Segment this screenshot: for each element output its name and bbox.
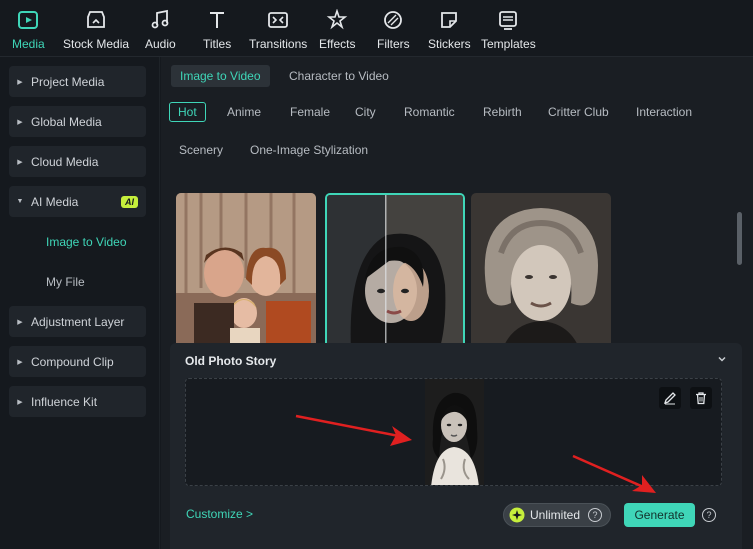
stock-media-icon: [84, 8, 108, 32]
toolbar-titles[interactable]: Titles: [203, 6, 231, 54]
category-anime[interactable]: Anime: [227, 103, 261, 123]
tab-character-to-video[interactable]: Character to Video: [280, 65, 398, 87]
customize-link[interactable]: Customize >: [186, 507, 253, 521]
toolbar-templates[interactable]: Templates: [481, 6, 536, 54]
chevron-down-icon[interactable]: [716, 353, 728, 365]
caret-right-icon: ▶: [17, 358, 23, 366]
sidebar-item-cloud-media[interactable]: ▶ Cloud Media: [9, 146, 146, 177]
sidebar-item-image-to-video[interactable]: Image to Video: [46, 235, 127, 249]
sidebar-item-label: Global Media: [31, 114, 102, 129]
templates-icon: [496, 8, 520, 32]
sidebar-item-influence-kit[interactable]: ▶ Influence Kit: [9, 386, 146, 417]
title-t-icon: [205, 8, 229, 32]
category-city[interactable]: City: [355, 103, 376, 123]
question-circle-icon[interactable]: ?: [588, 508, 603, 522]
scrollbar-thumb[interactable]: [737, 212, 742, 265]
caret-down-icon: ▼: [16, 198, 24, 205]
main-panel: Image to Video Character to Video Hot An…: [161, 57, 753, 549]
category-critter-club[interactable]: Critter Club: [548, 103, 609, 123]
sidebar-item-compound-clip[interactable]: ▶ Compound Clip: [9, 346, 146, 377]
music-note-icon: [148, 8, 172, 32]
category-one-image-stylization[interactable]: One-Image Stylization: [250, 141, 368, 161]
generate-button[interactable]: Generate: [624, 503, 695, 527]
category-hot[interactable]: Hot: [169, 102, 206, 122]
toolbar-stickers[interactable]: Stickers: [428, 6, 471, 54]
caret-right-icon: ▶: [17, 398, 23, 406]
sparkle-icon: [509, 507, 525, 523]
toolbar-transitions-label: Transitions: [249, 37, 308, 51]
toolbar-effects-label: Effects: [319, 37, 356, 51]
sidebar-item-label: Influence Kit: [31, 394, 98, 409]
sidebar-item-ai-media[interactable]: ▼ AI Media AI: [9, 186, 146, 217]
toolbar-audio[interactable]: Audio: [145, 6, 176, 54]
edit-pencil-icon[interactable]: [659, 387, 681, 409]
trash-icon[interactable]: [690, 387, 712, 409]
sidebar-item-label: Adjustment Layer: [31, 314, 125, 329]
sidebar-item-project-media[interactable]: ▶ Project Media: [9, 66, 146, 97]
category-scenery[interactable]: Scenery: [179, 141, 223, 161]
category-romantic[interactable]: Romantic: [404, 103, 455, 123]
media-icon: [16, 8, 40, 32]
template-thumbnail-family[interactable]: [176, 193, 316, 353]
sidebar-item-label: Cloud Media: [31, 154, 99, 169]
effects-star-icon: [325, 8, 349, 32]
toolbar-templates-label: Templates: [481, 37, 536, 51]
unlimited-label: Unlimited: [530, 508, 581, 522]
panel-title: Old Photo Story: [185, 354, 277, 368]
toolbar-media-label: Media: [12, 37, 45, 51]
transitions-icon: [266, 8, 290, 32]
caret-right-icon: ▶: [17, 318, 23, 326]
toolbar-filters-label: Filters: [377, 37, 410, 51]
template-thumbnail-portrait-selected[interactable]: [325, 193, 465, 353]
caret-right-icon: ▶: [17, 78, 23, 86]
toolbar-filters[interactable]: Filters: [377, 6, 410, 54]
toolbar-media[interactable]: Media: [12, 6, 45, 54]
top-toolbar: Media Stock Media Audio Titles Transitio…: [0, 0, 753, 57]
sidebar-item-label: Compound Clip: [31, 354, 114, 369]
ai-badge: AI: [121, 195, 138, 208]
image-upload-area[interactable]: [185, 378, 722, 486]
category-female[interactable]: Female: [290, 103, 330, 123]
caret-right-icon: ▶: [17, 158, 23, 166]
sidebar: ▶ Project Media ▶ Global Media ▶ Cloud M…: [0, 57, 160, 549]
toolbar-stock-media[interactable]: Stock Media: [63, 6, 129, 54]
unlimited-credits-badge[interactable]: Unlimited ?: [503, 503, 611, 527]
toolbar-transitions[interactable]: Transitions: [249, 6, 307, 54]
sidebar-item-adjustment-layer[interactable]: ▶ Adjustment Layer: [9, 306, 146, 337]
question-circle-icon[interactable]: ?: [702, 508, 716, 522]
toolbar-titles-label: Titles: [203, 37, 232, 51]
category-rebirth[interactable]: Rebirth: [483, 103, 522, 123]
tab-image-to-video[interactable]: Image to Video: [171, 65, 270, 87]
stickers-icon: [437, 8, 461, 32]
toolbar-stickers-label: Stickers: [428, 37, 471, 51]
uploaded-reference-image: [425, 379, 484, 485]
sidebar-item-my-file[interactable]: My File: [46, 275, 85, 289]
toolbar-effects[interactable]: Effects: [319, 6, 355, 54]
toolbar-stock-media-label: Stock Media: [63, 37, 130, 51]
caret-right-icon: ▶: [17, 118, 23, 126]
template-thumbnail-vintage-woman[interactable]: [471, 193, 611, 353]
sidebar-item-label: Project Media: [31, 74, 105, 89]
sidebar-item-global-media[interactable]: ▶ Global Media: [9, 106, 146, 137]
filters-icon: [381, 8, 405, 32]
template-detail-panel: Old Photo Story Customize > Unlimited ? …: [170, 343, 742, 549]
sidebar-item-label: AI Media: [31, 194, 79, 209]
category-interaction[interactable]: Interaction: [636, 103, 692, 123]
toolbar-audio-label: Audio: [145, 37, 176, 51]
